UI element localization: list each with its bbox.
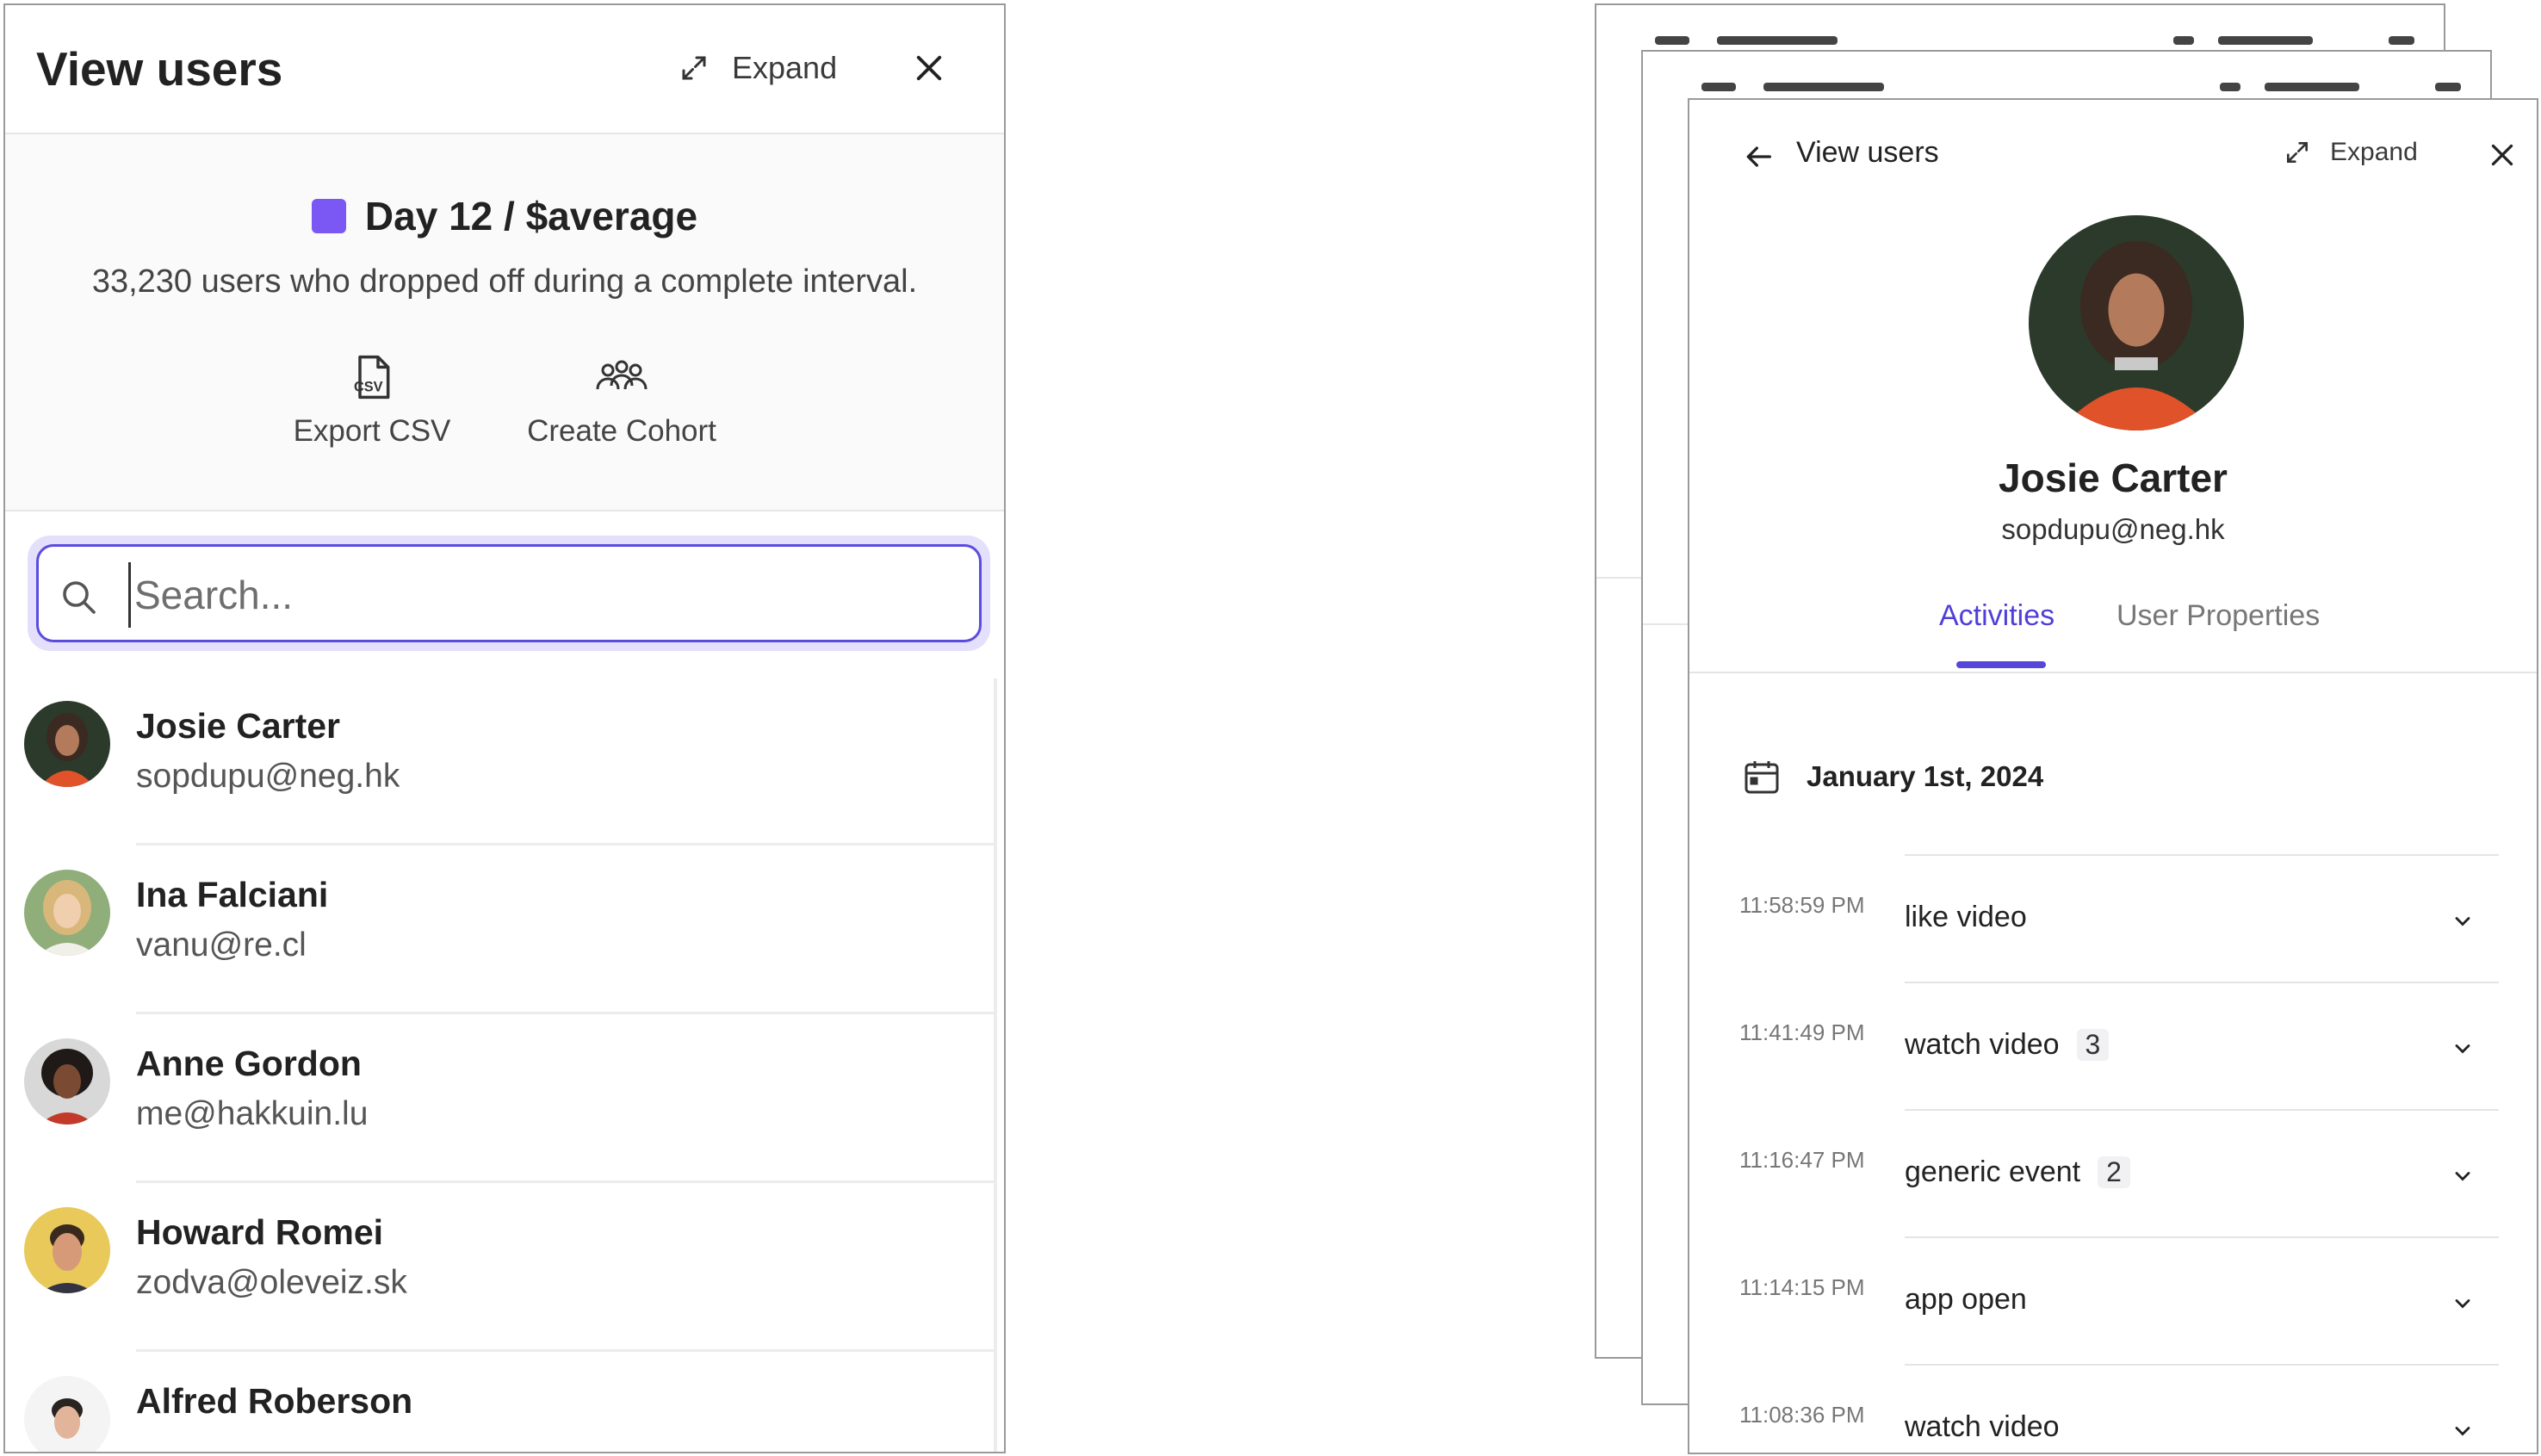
event-count-badge: 2 [2098,1156,2130,1188]
activity-row: 11:58:59 PM like video [1689,854,2537,982]
search-icon [63,581,96,614]
close-icon[interactable] [911,50,947,86]
summary-title: Day 12 / $average [5,193,1004,239]
activity-toggle[interactable]: watch video [1905,1364,2499,1453]
event-name: like video [1905,901,2027,933]
user-name: Alfred Roberson [136,1381,413,1421]
user-email: zodva@oleveiz.sk [136,1264,407,1301]
expand-button[interactable]: Expand [679,50,837,86]
date-heading: January 1st, 2024 [1741,756,2043,797]
search-focus-ring [28,536,990,651]
active-tab-indicator [1956,661,2046,668]
event-count-badge: 3 [2076,1029,2110,1061]
chevron-down-icon [2455,1299,2470,1309]
event-time: 11:08:36 PM [1739,1402,1865,1428]
activity-toggle[interactable]: like video [1905,854,2499,983]
panel-title: View users [1796,136,1939,169]
chevron-down-icon [2455,1044,2470,1054]
avatar [24,1376,110,1452]
avatar [24,870,110,956]
user-row-ina-falciani[interactable]: Ina Falciani vanu@re.cl [5,846,995,1014]
user-detail-panel: View users Expand Josie Carter sopdupu@n… [1688,98,2538,1454]
back-arrow-icon[interactable] [1741,139,1776,174]
tab-activities[interactable]: Activities [1939,599,2054,668]
activity-row: 11:08:36 PM watch video [1689,1364,2537,1453]
event-time: 11:58:59 PM [1739,892,1865,918]
expand-icon [682,56,706,80]
event-name: watch video [1905,1410,2060,1443]
ghost-header [1677,83,2461,100]
close-icon[interactable] [2487,139,2518,170]
activity-list: 11:58:59 PM like video 11:41:49 PM watch… [1689,854,2537,1453]
export-csv-button[interactable]: CSV Export CSV [286,353,458,449]
expand-label: Expand [2330,138,2418,166]
tab-bar: Activities User Properties [1689,599,2537,673]
series-color-swatch [311,199,346,233]
expand-icon [2287,142,2308,163]
summary-description: 33,230 users who dropped off during a co… [91,263,918,300]
activity-toggle[interactable]: watch video 3 [1905,982,2499,1111]
activity-row: 11:41:49 PM watch video 3 [1689,982,2537,1109]
export-csv-label: Export CSV [293,414,451,448]
panel-title: View users [36,42,283,96]
activity-toggle[interactable]: generic event 2 [1905,1109,2499,1238]
tab-user-properties[interactable]: User Properties [2116,599,2320,633]
calendar-icon [1745,761,1779,794]
event-time: 11:16:47 PM [1739,1147,1865,1173]
expand-button[interactable]: Expand [2284,138,2418,167]
users-group-icon [596,360,648,390]
list-scrollbar[interactable] [994,678,997,1452]
chevron-down-icon [2455,917,2470,926]
user-email: sopdupu@neg.hk [136,758,400,795]
view-users-panel: View users Expand Day 12 / $average 33,2… [3,3,1006,1453]
csv-file-icon: CSV [354,355,390,400]
user-email: vanu@re.cl [136,926,307,963]
user-list: Josie Carter sopdupu@neg.hk Ina Falciani… [5,677,995,1452]
create-cohort-label: Create Cohort [527,414,716,448]
panel-header: View users Expand [5,5,1004,134]
chevron-down-icon [2455,1427,2470,1436]
user-row-anne-gordon[interactable]: Anne Gordon me@hakkuin.lu [5,1014,995,1183]
activity-row: 11:14:15 PM app open [1689,1236,2537,1364]
chevron-down-icon [2455,1172,2470,1181]
svg-text:CSV: CSV [354,379,383,394]
activity-row: 11:16:47 PM generic event 2 [1689,1109,2537,1236]
event-time: 11:41:49 PM [1739,1019,1865,1045]
user-name: Josie Carter [136,706,341,746]
avatar [24,701,110,787]
event-name: generic event 2 [1905,1156,2130,1189]
user-row-howard-romei[interactable]: Howard Romei zodva@oleveiz.sk [5,1183,995,1352]
avatar [24,1038,110,1125]
activity-toggle[interactable]: app open [1905,1236,2499,1366]
profile-email: sopdupu@neg.hk [2001,513,2225,545]
search-input[interactable] [128,562,963,628]
user-name: Anne Gordon [136,1044,362,1083]
event-time: 11:14:15 PM [1739,1274,1865,1300]
profile-name: Josie Carter [1999,455,2228,500]
expand-label: Expand [732,50,838,85]
search-box[interactable] [36,544,982,642]
user-row-alfred-roberson[interactable]: Alfred Roberson [5,1352,995,1452]
profile-avatar [2029,215,2244,431]
user-email: me@hakkuin.lu [136,1095,369,1132]
cohort-summary: Day 12 / $average 33,230 users who dropp… [5,134,1004,511]
date-label: January 1st, 2024 [1807,760,2044,792]
create-cohort-button[interactable]: Create Cohort [510,353,734,449]
avatar [24,1207,110,1293]
user-name: Ina Falciani [136,875,329,914]
event-name: app open [1905,1283,2027,1316]
event-name: watch video 3 [1905,1028,2110,1062]
user-row-josie-carter[interactable]: Josie Carter sopdupu@neg.hk [5,677,995,846]
user-name: Howard Romei [136,1212,384,1252]
